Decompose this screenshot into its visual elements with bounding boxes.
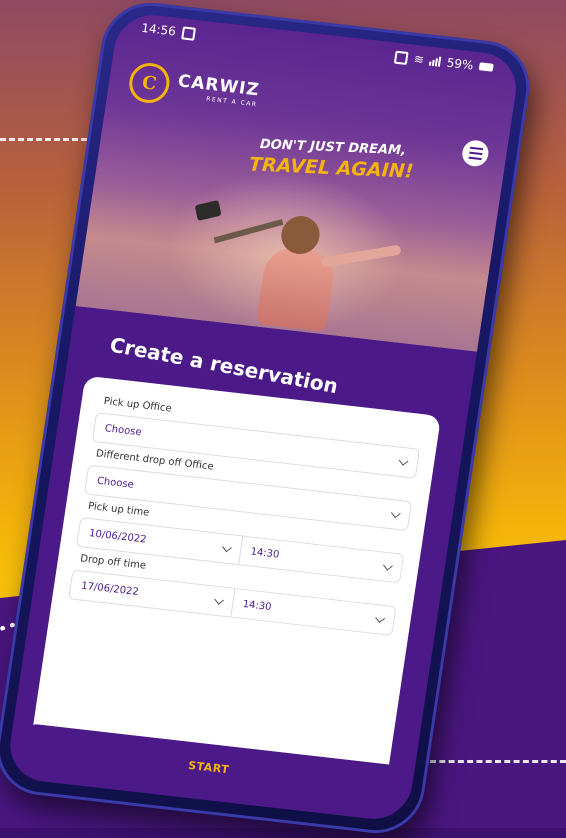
pickup-office-value: Choose xyxy=(104,422,143,438)
logo-mark-icon: C xyxy=(126,60,173,106)
chevron-down-icon xyxy=(398,455,409,466)
hero-illustration xyxy=(194,199,407,339)
wifi-icon: ≋ xyxy=(412,51,425,67)
signal-icon xyxy=(429,56,442,67)
girl-arm xyxy=(320,244,402,268)
chevron-down-icon xyxy=(375,613,386,624)
chevron-down-icon xyxy=(383,560,393,571)
battery-percent: 59% xyxy=(445,55,475,73)
chevron-down-icon xyxy=(221,542,232,553)
brand-logo[interactable]: C CARWIZ RENT A CAR xyxy=(126,60,262,115)
start-button[interactable]: START xyxy=(22,723,396,811)
pickup-hour-value: 14:30 xyxy=(249,546,281,561)
battery-icon xyxy=(478,62,494,72)
alarm-icon xyxy=(394,50,409,65)
pickup-date-value: 10/06/2022 xyxy=(88,527,148,546)
chevron-down-icon xyxy=(390,508,401,519)
dropoff-date-value: 17/06/2022 xyxy=(80,580,140,598)
menu-button[interactable] xyxy=(460,139,491,168)
dropoff-hour-value: 14:30 xyxy=(241,598,273,613)
dashed-line-bottom-right xyxy=(430,760,566,763)
chevron-down-icon xyxy=(213,594,224,605)
notification-icon xyxy=(180,25,196,41)
dropoff-office-value: Choose xyxy=(96,475,135,491)
reservation-form: Pick up Office Choose Different drop off… xyxy=(22,375,442,811)
reservation-section: Create a reservation Pick up Office Choo… xyxy=(5,306,478,823)
hero-banner: 14:56 ≋ 59% C CARWIZ RENT A CAR DON'T JU… xyxy=(75,11,522,352)
status-time: 14:56 xyxy=(140,20,177,39)
menu-icon xyxy=(469,146,483,151)
hero-tagline: DON'T JUST DREAM, TRAVEL AGAIN! xyxy=(248,137,415,183)
